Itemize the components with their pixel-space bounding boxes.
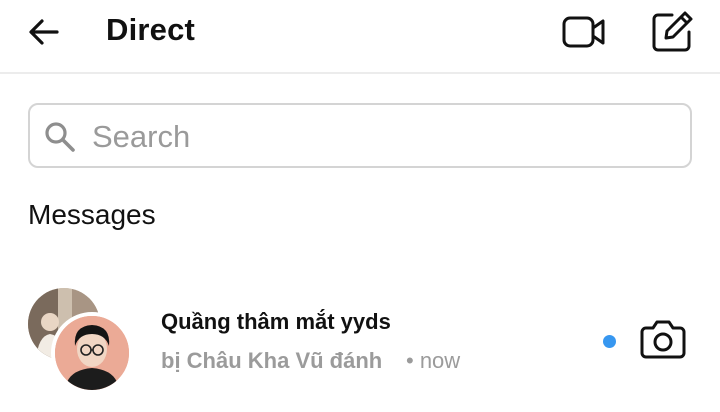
avatar (51, 312, 133, 394)
conversation-preview: bị Châu Kha Vũ đánh (161, 348, 383, 373)
arrow-left-icon (29, 19, 59, 45)
compose-icon (652, 11, 693, 52)
back-button[interactable] (26, 14, 62, 50)
conversation-row[interactable]: Quầng thâm mắt yyds bị Châu Kha Vũ đánh … (0, 276, 720, 400)
page-title: Direct (106, 12, 196, 47)
search-input[interactable] (90, 113, 674, 161)
camera-icon (640, 320, 686, 359)
search-icon (45, 122, 75, 152)
video-camera-icon (562, 16, 605, 48)
camera-button[interactable] (638, 316, 688, 362)
conversation-name: Quầng thâm mắt yyds (161, 309, 391, 334)
conversation-time: • now (406, 348, 461, 373)
video-call-button[interactable] (560, 10, 608, 54)
unread-indicator (603, 335, 616, 348)
messages-section-title: Messages (28, 199, 156, 230)
new-message-button[interactable] (648, 8, 696, 56)
search-bar[interactable] (28, 103, 692, 168)
top-app-bar: Direct (0, 0, 720, 74)
